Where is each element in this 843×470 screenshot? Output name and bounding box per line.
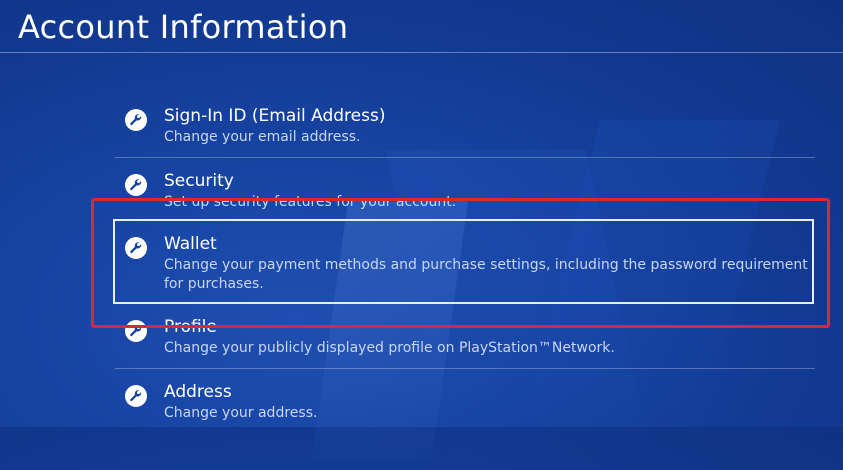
menu-item-label: Address bbox=[164, 382, 232, 402]
page-title: Account Information bbox=[18, 8, 349, 46]
title-divider bbox=[0, 52, 843, 53]
menu-item-description: Change your publicly displayed profile o… bbox=[164, 340, 615, 356]
menu-item-sign-in-id[interactable]: Sign-In ID (Email Address) Change your e… bbox=[115, 106, 815, 150]
menu-item-address[interactable]: Address Change your address. bbox=[115, 382, 815, 426]
menu-item-description: Change your email address. bbox=[164, 129, 361, 145]
menu-item-label: Security bbox=[164, 171, 234, 191]
menu-item-description: Change your address. bbox=[164, 405, 318, 421]
wrench-icon bbox=[125, 385, 147, 407]
list-divider bbox=[115, 368, 815, 369]
highlight-annotation-box bbox=[91, 198, 830, 328]
menu-item-label: Sign-In ID (Email Address) bbox=[164, 106, 386, 126]
wrench-icon bbox=[125, 174, 147, 196]
list-divider bbox=[115, 157, 815, 158]
wrench-icon bbox=[125, 109, 147, 131]
